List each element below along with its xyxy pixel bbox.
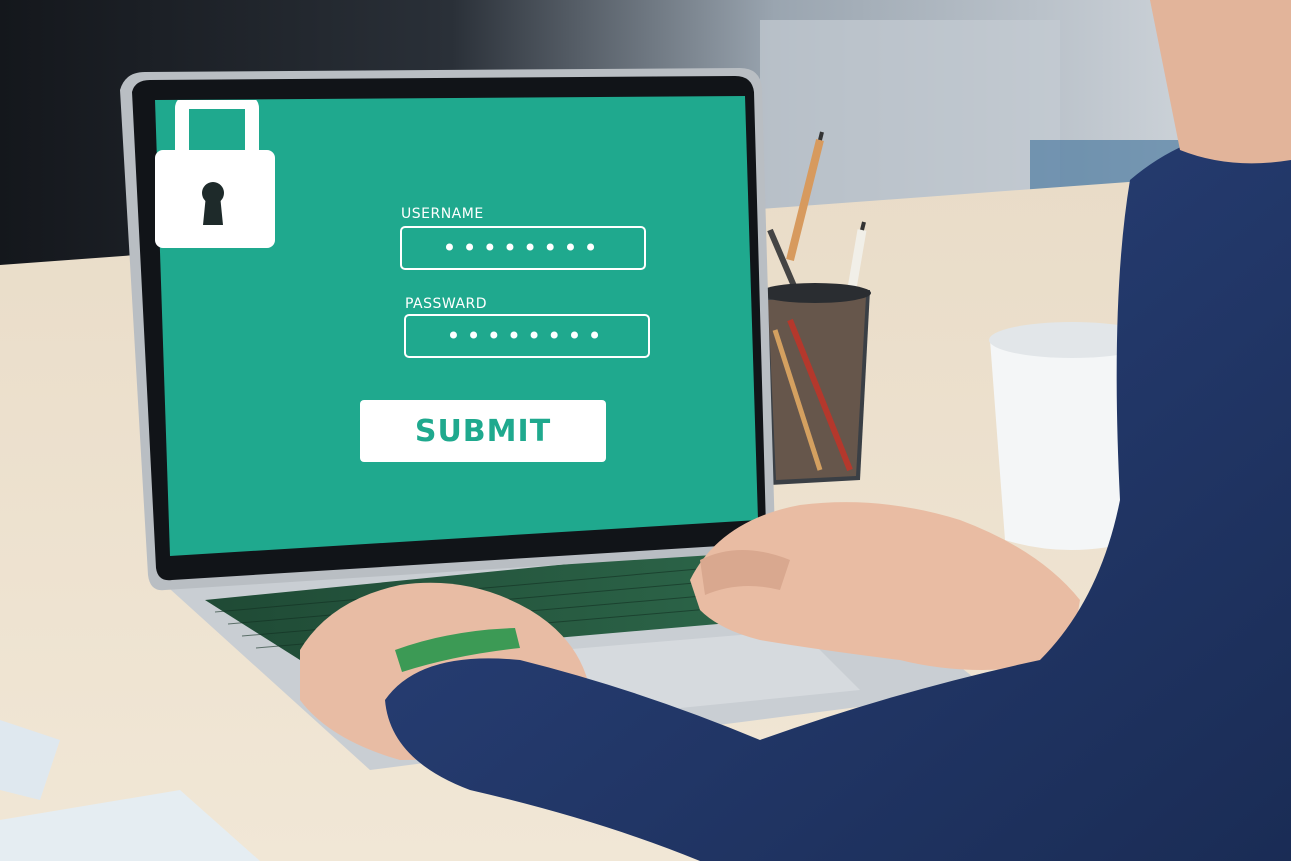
background-blur-panel [760,20,1060,210]
photo-scene: USERNAME •••••••• PASSWARD •••••••• SUBM… [0,0,1291,861]
login-screen: USERNAME •••••••• PASSWARD •••••••• SUBM… [155,100,765,560]
username-label: USERNAME [401,206,484,222]
password-field[interactable]: •••••••• [404,314,650,358]
username-field[interactable]: •••••••• [400,226,646,270]
submit-button[interactable]: SUBMIT [360,400,606,462]
password-label: PASSWARD [405,296,488,312]
padlock-icon [155,100,275,248]
